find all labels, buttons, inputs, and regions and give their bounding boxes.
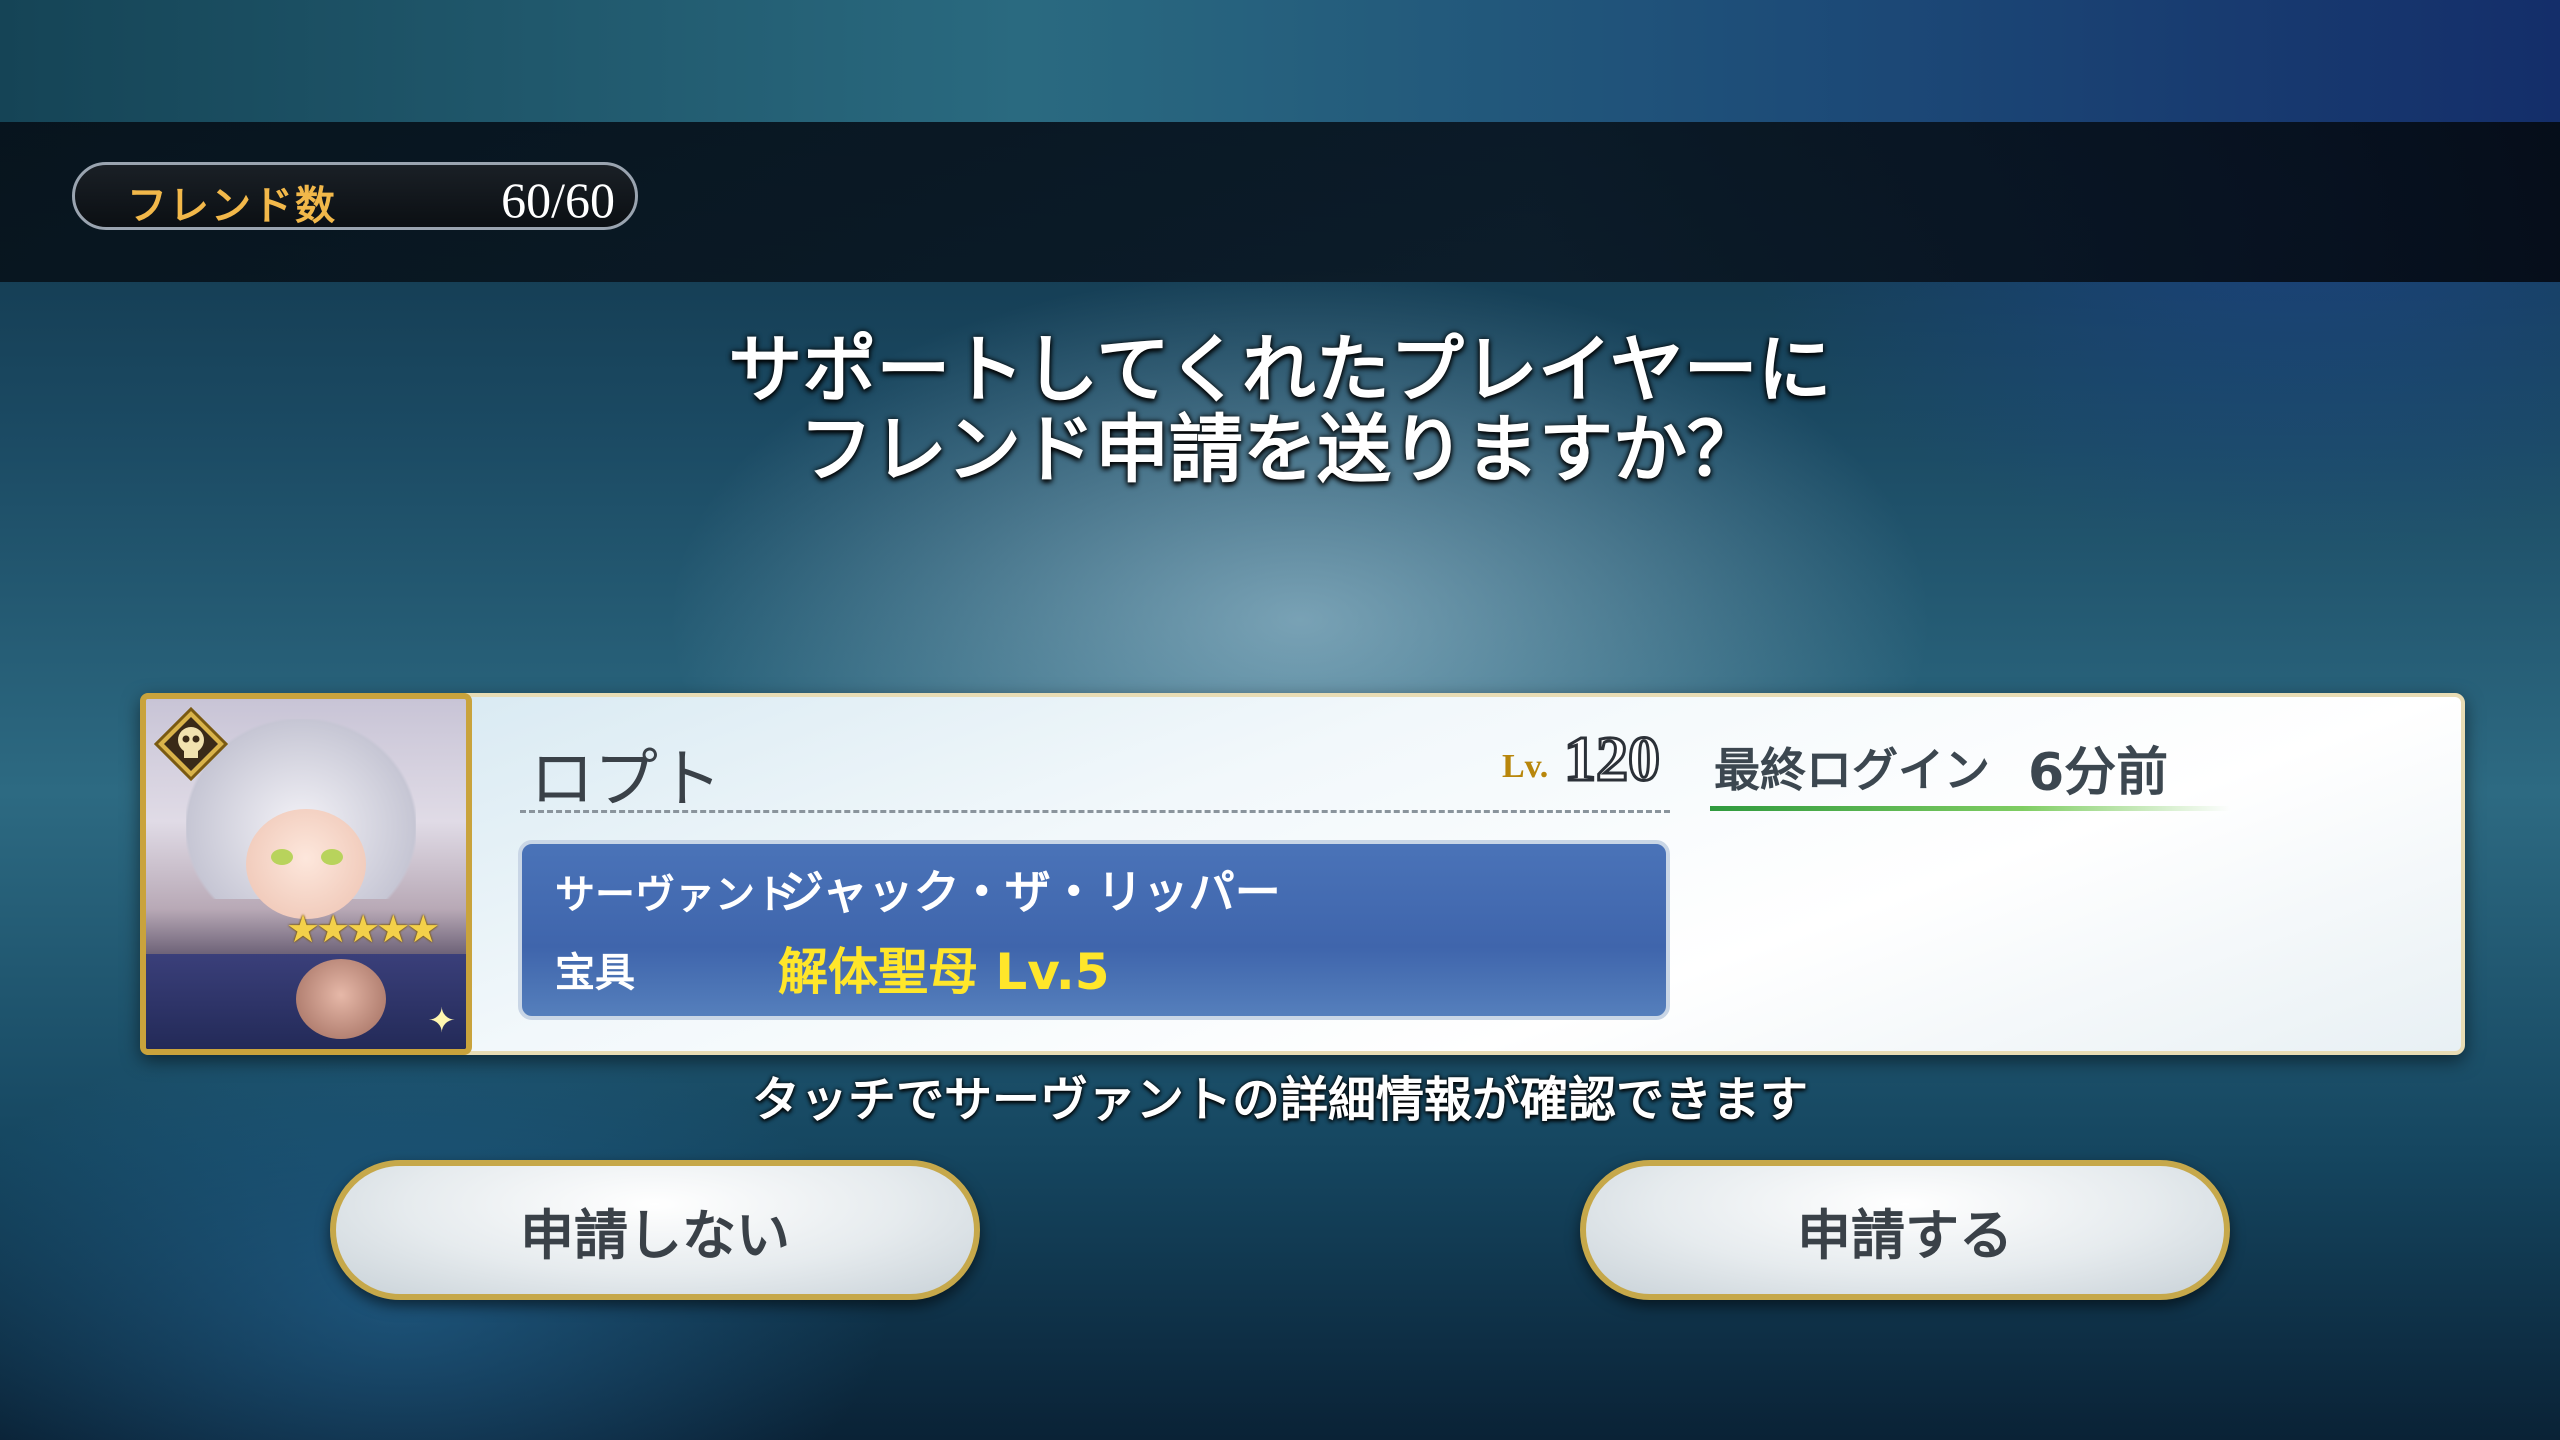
craft-essence-face [296,959,386,1039]
top-background-band [0,0,2560,122]
friend-request-question: サポートしてくれたプレイヤーに フレンド申請を送りますか？ [0,330,2560,490]
rarity-stars: ★★★★★ [286,907,440,951]
name-divider [520,810,1670,813]
portrait-eye-left [271,849,293,865]
portrait-face [246,809,366,919]
last-login-label: 最終ログイン [1714,743,1990,797]
noble-phantasm-value: 解体聖母 Lv.5 [778,943,1110,1001]
friend-count-label: フレンド数 [127,183,337,229]
level-tag: Lv. [1502,748,1549,785]
servant-detail-hint: タッチでサーヴァントの詳細情報が確認できます [751,1072,1808,1128]
friend-count-pill: フレンド数 60/60 [72,162,638,230]
assassin-class-icon [154,707,228,781]
player-level: 120 [1563,722,1662,796]
send-request-button[interactable]: 申請する [1580,1160,2230,1300]
friend-count-value: 60/60 [501,172,615,228]
noble-phantasm-label: 宝具 [555,950,635,996]
last-login-underline [1710,806,2230,811]
portrait-eye-right [321,849,343,865]
question-line-2: フレンド申請を送りますか？ [799,407,1761,493]
question-line-1: サポートしてくれたプレイヤーに [728,327,1832,413]
last-login-value: 6分前 [2028,743,2169,803]
sparkle-icon: ✦ [427,1001,457,1041]
servant-name: ジャック・ザ・リッパー [778,865,1281,919]
servant-label: サーヴァント [555,872,795,918]
servant-portrait[interactable]: ★★★★★ ✦ [140,693,472,1055]
decline-request-button[interactable]: 申請しない [330,1160,980,1300]
player-name: ロプト [530,743,722,817]
